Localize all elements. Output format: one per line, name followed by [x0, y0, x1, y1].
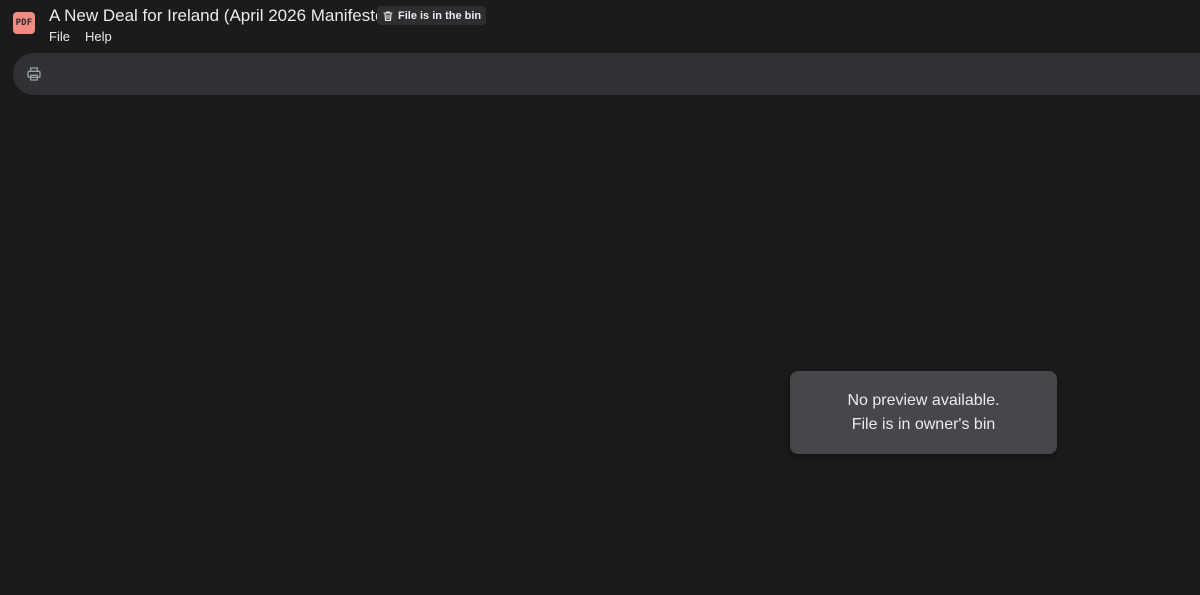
- document-title: A New Deal for Ireland (April 2026 Manif…: [49, 6, 391, 25]
- menu-bar: File Help: [49, 29, 112, 45]
- menu-file[interactable]: File: [49, 29, 70, 45]
- notice-line-1: No preview available.: [847, 392, 1000, 409]
- bin-status-label: File is in the bin: [398, 9, 482, 22]
- print-button[interactable]: [25, 65, 43, 83]
- viewer-toolbar: [13, 53, 1200, 95]
- pdf-file-icon: PDF: [13, 12, 35, 34]
- notice-line-2: File is in owner's bin: [851, 416, 996, 433]
- header-bar: PDF A New Deal for Ireland (April 2026 M…: [0, 0, 1200, 52]
- printer-icon: [27, 67, 41, 81]
- trash-icon: [383, 10, 393, 21]
- no-preview-notice: No preview available. File is in owner's…: [790, 371, 1057, 454]
- pdf-viewer-window: PDF A New Deal for Ireland (April 2026 M…: [0, 0, 1200, 595]
- bin-status-chip[interactable]: File is in the bin: [377, 6, 487, 25]
- menu-help[interactable]: Help: [85, 29, 112, 45]
